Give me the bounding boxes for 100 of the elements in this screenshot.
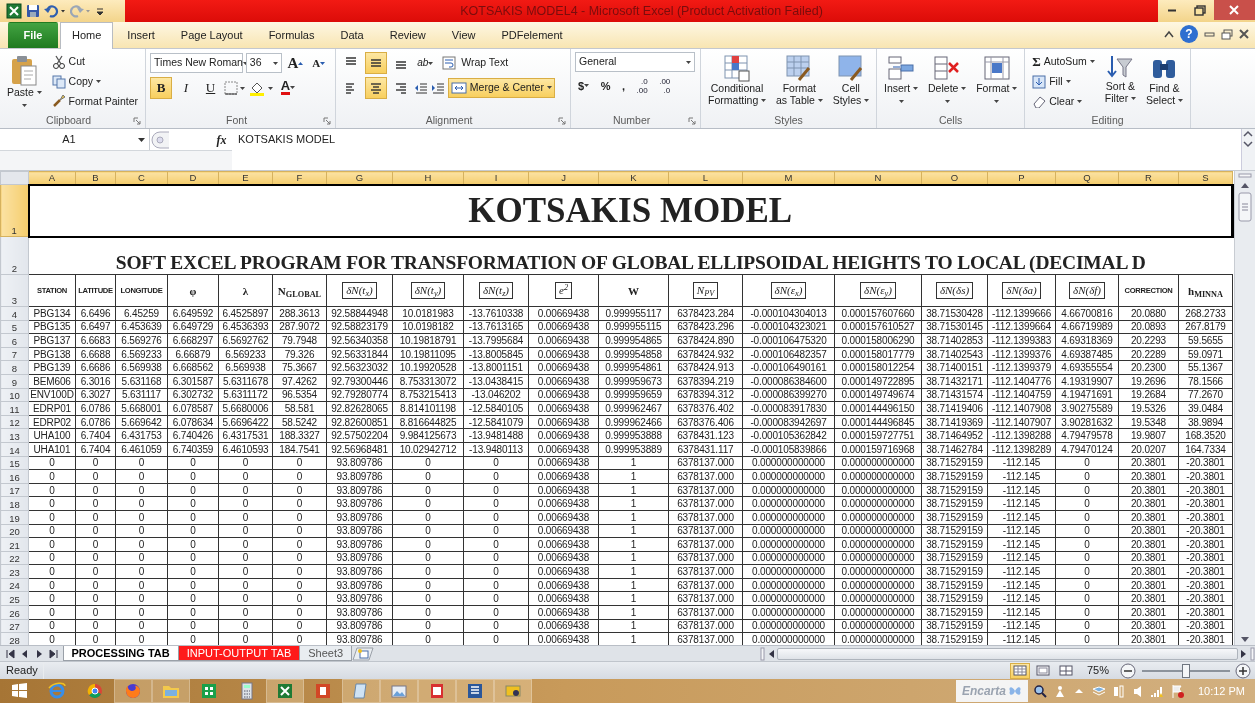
ribbon-tab[interactable]: PDFelement	[489, 21, 575, 48]
autosum-button[interactable]: Σ AutoSum	[1029, 52, 1098, 72]
column-header[interactable]: F	[272, 171, 327, 185]
fill-button[interactable]: Fill	[1029, 71, 1098, 92]
sheet-tab[interactable]: PROCESSING TAB	[62, 646, 179, 661]
copy-button[interactable]: Copy	[48, 71, 142, 92]
number-format-field[interactable]: General	[575, 52, 696, 72]
scroll-left-icon[interactable]	[767, 648, 775, 659]
cut-button[interactable]: Cut	[48, 52, 142, 72]
ribbon-tab[interactable]: Insert	[115, 21, 167, 48]
column-header[interactable]: M	[742, 171, 835, 185]
increase-decimal-button[interactable]: .0 .00	[633, 75, 651, 96]
column-header[interactable]: R	[1118, 171, 1179, 185]
clear-button[interactable]: Clear	[1029, 91, 1098, 112]
column-header[interactable]: D	[167, 171, 219, 185]
column-header[interactable]: H	[392, 171, 464, 185]
dialog-launcher-icon[interactable]	[688, 116, 697, 125]
delete-button[interactable]: Delete	[925, 52, 970, 113]
bold-button[interactable]: B	[150, 76, 173, 99]
format-as-table-button[interactable]: Format as Table	[773, 52, 826, 113]
scroll-down-icon[interactable]	[1242, 139, 1254, 149]
ribbon-tab[interactable]: File	[8, 21, 58, 48]
horizontal-scrollbar-thumb[interactable]	[777, 647, 1238, 660]
zoom-slider-thumb[interactable]	[1181, 663, 1190, 678]
borders-icon[interactable]	[224, 80, 247, 95]
restore-icon[interactable]	[1221, 28, 1233, 40]
column-header[interactable]: B	[75, 171, 116, 185]
wrap-text-button[interactable]: Wrap Text	[439, 53, 512, 73]
merge-center-button[interactable]: Merge & Center	[447, 77, 555, 98]
italic-button[interactable]: I	[174, 76, 197, 99]
splitter-handle-icon[interactable]	[150, 130, 170, 149]
comma-style-button[interactable]: ,	[618, 74, 629, 97]
dropdown-icon[interactable]	[138, 137, 145, 142]
orientation-button[interactable]: ab	[414, 52, 437, 74]
sheet-tab[interactable]: INPUT-OUTPUT TAB	[177, 646, 301, 661]
flag-error-icon[interactable]	[1169, 684, 1184, 698]
sort-filter-button[interactable]: Sort & Filter	[1101, 52, 1139, 113]
currency-button[interactable]: $	[575, 74, 593, 97]
column-header[interactable]: C	[115, 171, 168, 185]
next-sheet-icon[interactable]	[34, 648, 44, 659]
minimize-icon[interactable]	[1204, 29, 1215, 39]
ribbon-tab[interactable]: Data	[328, 21, 376, 48]
magnifier-icon[interactable]	[1033, 684, 1048, 698]
ribbon-tab[interactable]: Home	[60, 21, 114, 49]
taskbar-app-button[interactable]	[418, 679, 456, 703]
zoom-percent[interactable]: 75%	[1075, 662, 1120, 679]
ribbon-tab[interactable]: View	[439, 21, 488, 48]
percent-button[interactable]: %	[597, 74, 614, 97]
paste-button[interactable]: Paste	[4, 52, 45, 113]
row-header[interactable]: 2	[0, 236, 29, 275]
dialog-launcher-icon[interactable]	[133, 116, 142, 125]
taskbar-app-button[interactable]	[114, 679, 152, 703]
ribbon-tab[interactable]: Review	[377, 21, 438, 48]
scrollbar-thumb-icon[interactable]	[1238, 192, 1252, 222]
formula-text[interactable]: KOTSAKIS MODEL	[238, 133, 336, 145]
increase-indent-icon[interactable]	[431, 80, 446, 95]
column-header[interactable]: P	[987, 171, 1056, 185]
taskbar-app-button[interactable]	[266, 679, 304, 703]
dialog-launcher-icon[interactable]	[558, 116, 567, 125]
grow-font-button[interactable]: A	[284, 52, 307, 74]
column-header[interactable]: O	[921, 171, 988, 185]
middle-align-button[interactable]	[364, 52, 387, 74]
zoom-out-icon[interactable]	[1120, 662, 1136, 679]
ribbon-tab[interactable]: Formulas	[256, 21, 327, 48]
last-sheet-icon[interactable]	[49, 648, 58, 659]
scroll-right-icon[interactable]	[1240, 648, 1248, 659]
column-header[interactable]: E	[218, 171, 273, 185]
font-size-field[interactable]: 36	[245, 53, 282, 73]
zoom-in-icon[interactable]	[1235, 662, 1251, 679]
column-header[interactable]: J	[528, 171, 599, 185]
column-header[interactable]: I	[463, 171, 529, 185]
underline-button[interactable]: U	[199, 76, 222, 99]
decrease-decimal-button[interactable]: .00 .0	[656, 75, 674, 96]
taskbar-app-button[interactable]	[494, 679, 532, 703]
help-button[interactable]: ?	[1180, 25, 1198, 43]
column-header[interactable]: L	[668, 171, 743, 185]
decrease-indent-icon[interactable]	[414, 80, 429, 95]
column-header[interactable]: G	[326, 171, 393, 185]
taskbar-app-button[interactable]	[456, 679, 494, 703]
cell-styles-button[interactable]: Cell Styles	[829, 52, 872, 113]
dialog-launcher-icon[interactable]	[323, 116, 332, 125]
close-icon[interactable]	[1239, 29, 1249, 39]
previous-sheet-icon[interactable]	[20, 648, 29, 659]
normal-view-button[interactable]	[1010, 662, 1031, 679]
center-button[interactable]	[364, 76, 387, 99]
row-header[interactable]: 3	[0, 274, 29, 307]
save-icon[interactable]	[26, 4, 40, 18]
column-header[interactable]: N	[834, 171, 922, 185]
shrink-font-button[interactable]: A	[309, 52, 329, 74]
undo-icon[interactable]	[44, 4, 66, 18]
column-header[interactable]: K	[598, 171, 669, 185]
row-header[interactable]: 1	[0, 184, 29, 237]
first-sheet-icon[interactable]	[5, 648, 15, 659]
insert-button[interactable]: Insert	[881, 52, 922, 113]
close-button[interactable]	[1213, 0, 1255, 20]
scroll-up-icon[interactable]	[1242, 129, 1254, 139]
insert-function-button[interactable]: fx	[216, 130, 227, 149]
customize-menu-icon[interactable]	[96, 5, 104, 17]
column-header[interactable]: A	[28, 171, 76, 185]
font-name-field[interactable]: Times New Roman	[150, 53, 244, 73]
